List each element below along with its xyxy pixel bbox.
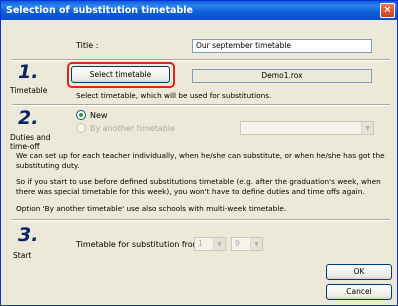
start-day-value: 1: [198, 239, 203, 248]
separator: [12, 59, 390, 61]
another-timetable-combo[interactable]: ▼: [240, 121, 374, 135]
timetable-file-field: Demo1.rox: [192, 69, 372, 83]
duties-description-1: We can set up for each teacher individua…: [16, 151, 385, 170]
duties-description-2: So if you start to use before defined su…: [16, 177, 381, 196]
step2-label-line2: time-off: [10, 142, 40, 151]
separator: [12, 219, 390, 221]
title-bar[interactable]: Selection of substitution timetable ✕: [1, 1, 397, 20]
radio-selected-dot: [79, 113, 83, 117]
chevron-down-icon: ▼: [250, 238, 262, 250]
radio-new[interactable]: [76, 110, 86, 120]
start-day-combo[interactable]: 1 ▼: [194, 237, 226, 251]
step3-number: 3.: [18, 224, 39, 246]
step1-hint: Select timetable, which will be used for…: [76, 91, 272, 100]
cancel-button[interactable]: Cancel: [326, 284, 392, 300]
step2-label-line1: Duties and: [10, 133, 51, 142]
step3-label: Start: [13, 251, 32, 260]
radio-another-timetable[interactable]: [76, 123, 86, 133]
start-month-value: 9: [235, 239, 240, 248]
step2-number: 2.: [18, 107, 39, 129]
dialog-body: Title : Our september timetable 1. Timet…: [4, 21, 394, 303]
start-from-label: Timetable for substitution from :: [76, 240, 206, 249]
chevron-down-icon: ▼: [213, 238, 225, 250]
duties-description-3: Option 'By another timetable' use also s…: [16, 204, 287, 213]
title-label: Title :: [76, 41, 99, 50]
radio-new-label[interactable]: New: [90, 111, 107, 120]
step1-number: 1.: [18, 61, 39, 83]
ok-button[interactable]: OK: [326, 264, 392, 280]
select-timetable-button[interactable]: Select timetable: [71, 66, 170, 83]
chevron-down-icon: ▼: [361, 122, 373, 134]
window-title: Selection of substitution timetable: [6, 5, 193, 16]
title-input[interactable]: Our september timetable: [192, 39, 372, 53]
radio-another-label[interactable]: By another timetable: [90, 124, 175, 133]
step1-label: Timetable: [10, 86, 48, 95]
close-icon[interactable]: ✕: [380, 3, 395, 18]
dialog-window: Selection of substitution timetable ✕ Ti…: [0, 0, 398, 306]
start-month-combo[interactable]: 9 ▼: [231, 237, 263, 251]
separator: [12, 104, 390, 106]
